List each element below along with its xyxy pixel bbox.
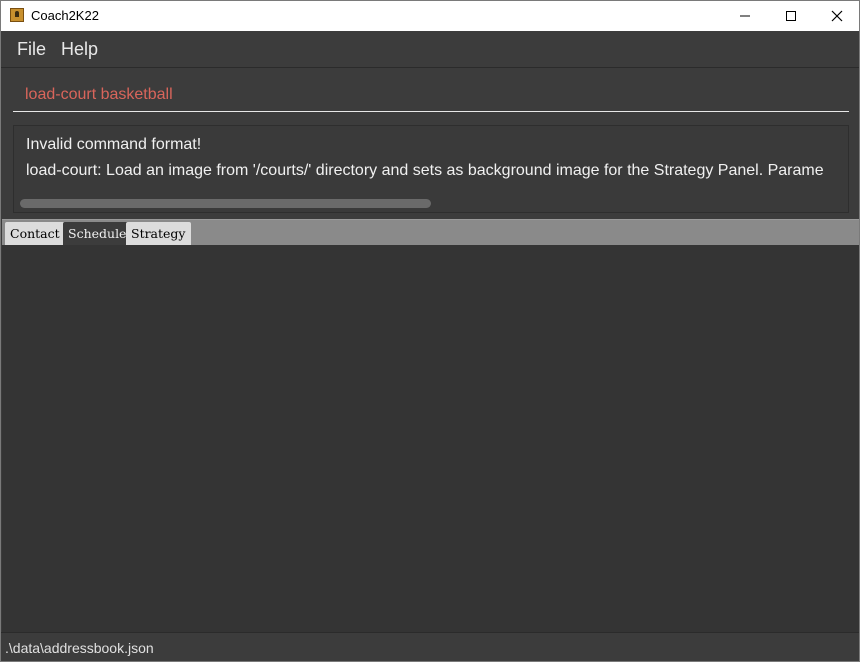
status-file-path: .\data\addressbook.json (5, 640, 154, 656)
result-usage-line: load-court: Load an image from '/courts/… (26, 162, 824, 179)
minimize-icon (740, 15, 750, 17)
tab-strategy[interactable]: Strategy (126, 222, 191, 245)
menu-help[interactable]: Help (61, 39, 98, 60)
result-message-line: Invalid command format! (26, 136, 202, 153)
maximize-icon (786, 11, 796, 21)
horizontal-scrollbar[interactable] (20, 199, 431, 208)
tab-schedule[interactable]: Schedule (63, 222, 132, 245)
app-window: Coach2K22 File Help Invalid command form… (0, 0, 860, 662)
minimize-button[interactable] (722, 1, 768, 31)
close-icon (831, 10, 843, 22)
title-bar[interactable]: Coach2K22 (1, 1, 859, 31)
menu-file[interactable]: File (17, 39, 46, 60)
close-button[interactable] (814, 1, 860, 31)
command-input[interactable] (13, 78, 849, 112)
app-icon (10, 8, 24, 22)
menu-bar: File Help (1, 31, 859, 68)
status-bar: .\data\addressbook.json (1, 632, 859, 661)
command-box (1, 68, 859, 120)
result-display: Invalid command format! load-court: Load… (13, 125, 849, 213)
window-title: Coach2K22 (31, 8, 99, 23)
tab-bar: Contact Schedule Strategy (2, 219, 859, 245)
schedule-panel (2, 245, 859, 632)
tab-contact[interactable]: Contact (5, 222, 65, 245)
maximize-button[interactable] (768, 1, 814, 31)
